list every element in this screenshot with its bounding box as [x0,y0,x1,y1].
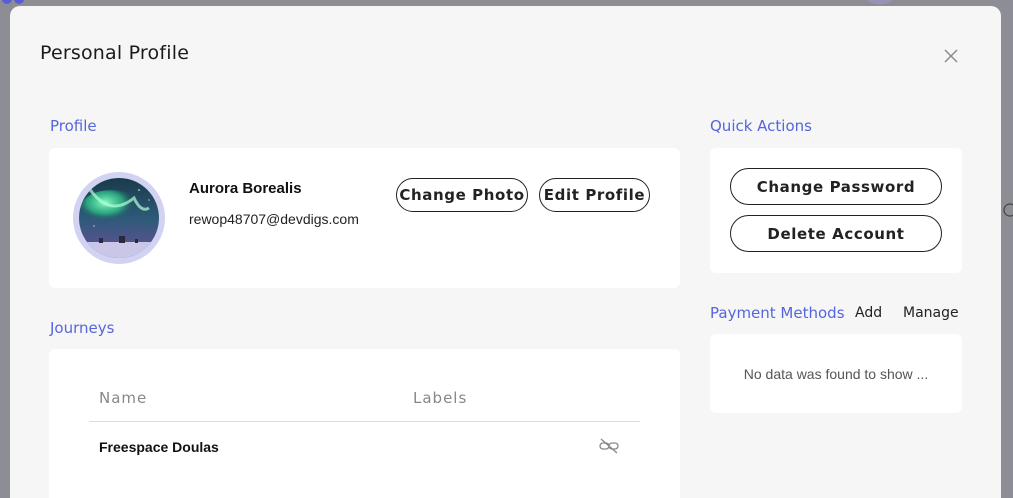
user-email: rewop48707@devdigs.com [189,211,359,227]
add-payment-button[interactable]: Add [855,305,882,321]
journey-row-name[interactable]: Freespace Doulas [99,439,219,455]
change-password-button[interactable]: Change Password [730,168,942,205]
change-password-label: Change Password [756,177,916,196]
change-photo-label: Change Photo [399,186,525,204]
edit-profile-label: Edit Profile [543,186,646,204]
user-name: Aurora Borealis [189,180,302,197]
journeys-card: Name Labels Freespace Doulas [49,349,680,498]
modal-title: Personal Profile [40,42,190,64]
quick-actions-card: Change Password Delete Account [710,148,962,273]
column-header-name[interactable]: Name [99,389,147,407]
delete-account-label: Delete Account [767,224,905,243]
personal-profile-modal: Personal Profile Profile Aurora Borealis… [10,6,1001,498]
close-icon[interactable] [942,47,960,65]
unlink-icon[interactable] [598,438,620,454]
quick-actions-section-label: Quick Actions [710,117,812,135]
payment-methods-section-label: Payment Methods [710,304,845,322]
column-header-labels[interactable]: Labels [413,389,467,407]
avatar[interactable] [73,172,165,264]
background-avatar [866,0,894,4]
background-indicator-dot [14,0,24,4]
payment-methods-card: No data was found to show ... [710,334,962,413]
manage-payment-button[interactable]: Manage [903,305,959,321]
change-photo-button[interactable]: Change Photo [396,178,528,212]
background-help-icon [1003,203,1013,217]
empty-message: No data was found to show ... [743,366,929,382]
journeys-section-label: Journeys [50,319,115,337]
background-indicator-dot [2,0,12,4]
profile-section-label: Profile [50,117,97,135]
avatar-image [79,178,159,258]
table-divider [89,421,640,422]
delete-account-button[interactable]: Delete Account [730,215,942,252]
profile-card: Aurora Borealis rewop48707@devdigs.com C… [49,148,680,288]
edit-profile-button[interactable]: Edit Profile [539,178,650,212]
